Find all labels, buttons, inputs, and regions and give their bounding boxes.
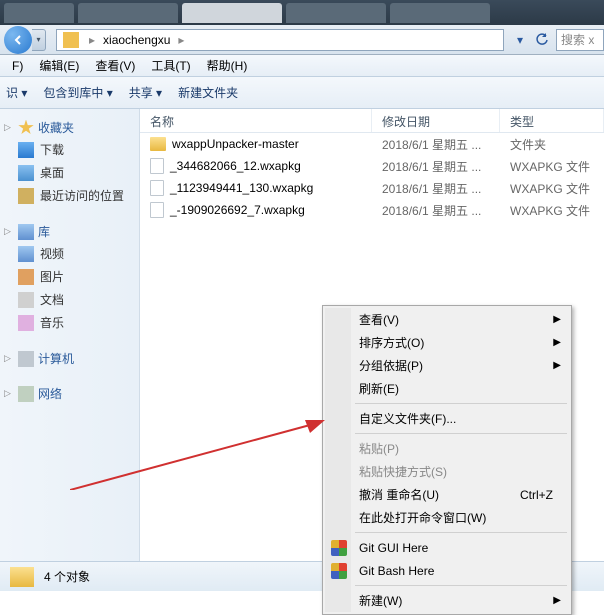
desktop-icon <box>18 165 34 181</box>
browser-tab[interactable] <box>286 3 386 23</box>
folder-icon <box>10 567 34 587</box>
picture-icon <box>18 269 34 285</box>
browser-tabs <box>0 0 604 25</box>
breadcrumb-sep: ▸ <box>83 33 101 47</box>
sidebar-item-videos[interactable]: 视频 <box>0 242 139 265</box>
breadcrumb-segment[interactable]: xiaochengxu <box>101 33 172 47</box>
file-row[interactable]: _344682066_12.wxapkg 2018/6/1 星期五 ...WXAP… <box>140 155 604 177</box>
new-folder-button[interactable]: 新建文件夹 <box>178 84 238 101</box>
browser-tab[interactable] <box>182 3 282 23</box>
sidebar-item-documents[interactable]: 文档 <box>0 288 139 311</box>
browser-tab[interactable] <box>390 3 490 23</box>
column-date[interactable]: 修改日期 <box>372 109 500 132</box>
folder-icon <box>63 32 79 48</box>
dropdown-icon[interactable]: ▾ <box>510 30 530 50</box>
organize-button[interactable]: 识 ▾ <box>6 84 27 101</box>
search-input[interactable]: 搜索 x <box>556 29 604 51</box>
file-name: _344682066_12.wxapkg <box>170 159 301 173</box>
computer-icon <box>18 351 34 367</box>
file-type: WXAPKG 文件 <box>500 178 604 199</box>
menu-bar: F) 编辑(E) 查看(V) 工具(T) 帮助(H) <box>0 55 604 77</box>
toolbar: 识 ▾ 包含到库中 ▾ 共享 ▾ 新建文件夹 <box>0 77 604 109</box>
file-icon <box>150 158 164 174</box>
file-type: WXAPKG 文件 <box>500 200 604 221</box>
sidebar-item-pictures[interactable]: 图片 <box>0 265 139 288</box>
cm-paste-shortcut: 粘贴快捷方式(S) <box>325 460 569 483</box>
column-headers: 名称 修改日期 类型 <box>140 109 604 133</box>
file-date: 2018/6/1 星期五 ... <box>372 178 500 199</box>
share-button[interactable]: 共享 ▾ <box>129 84 162 101</box>
music-icon <box>18 315 34 331</box>
browser-tab[interactable] <box>78 3 178 23</box>
cm-undo[interactable]: 撤消 重命名(U)Ctrl+Z <box>325 483 569 506</box>
sidebar-favorites[interactable]: ▷收藏夹 <box>0 117 139 138</box>
column-name[interactable]: 名称 <box>140 109 372 132</box>
file-date: 2018/6/1 星期五 ... <box>372 200 500 221</box>
menu-view[interactable]: 查看(V) <box>87 55 143 76</box>
breadcrumb-sep: ▸ <box>172 33 190 47</box>
file-name: _1123949441_130.wxapkg <box>170 181 313 195</box>
sidebar: ▷收藏夹 下载 桌面 最近访问的位置 ▷库 视频 图片 文档 音乐 ▷计算机 ▷… <box>0 109 140 561</box>
browser-tab[interactable] <box>4 3 74 23</box>
file-type: WXAPKG 文件 <box>500 156 604 177</box>
chevron-right-icon: ▶ <box>553 360 561 371</box>
back-button[interactable] <box>4 26 32 54</box>
cm-new[interactable]: 新建(W)▶ <box>325 589 569 612</box>
file-date: 2018/6/1 星期五 ... <box>372 134 500 155</box>
cm-git-bash[interactable]: Git Bash Here <box>325 559 569 582</box>
context-menu: 查看(V)▶ 排序方式(O)▶ 分组依据(P)▶ 刷新(E) 自定义文件夹(F)… <box>322 305 572 615</box>
file-type: 文件夹 <box>500 134 604 155</box>
cm-group[interactable]: 分组依据(P)▶ <box>325 354 569 377</box>
breadcrumb[interactable]: ▸ xiaochengxu ▸ <box>56 29 504 51</box>
network-icon <box>18 386 34 402</box>
menu-file[interactable]: F) <box>4 57 31 75</box>
file-row[interactable]: _-1909026692_7.wxapkg 2018/6/1 星期五 ...WXA… <box>140 199 604 221</box>
file-row[interactable]: _1123949441_130.wxapkg 2018/6/1 星期五 ...WX… <box>140 177 604 199</box>
file-name: wxappUnpacker-master <box>172 137 299 151</box>
recent-icon <box>18 188 34 204</box>
git-icon <box>331 563 347 579</box>
menu-edit[interactable]: 编辑(E) <box>31 55 87 76</box>
file-icon <box>150 180 164 196</box>
include-library-button[interactable]: 包含到库中 ▾ <box>43 84 112 101</box>
document-icon <box>18 292 34 308</box>
cm-customize[interactable]: 自定义文件夹(F)... <box>325 407 569 430</box>
nav-history-dropdown[interactable]: ▾ <box>32 29 46 51</box>
cm-git-gui[interactable]: Git GUI Here <box>325 536 569 559</box>
sidebar-item-desktop[interactable]: 桌面 <box>0 161 139 184</box>
refresh-icon[interactable] <box>532 30 552 50</box>
file-row[interactable]: wxappUnpacker-master 2018/6/1 星期五 ...文件夹 <box>140 133 604 155</box>
address-bar: ▾ ▸ xiaochengxu ▸ ▾ 搜索 x <box>0 25 604 55</box>
video-icon <box>18 246 34 262</box>
file-icon <box>150 202 164 218</box>
sidebar-item-downloads[interactable]: 下载 <box>0 138 139 161</box>
file-name: _-1909026692_7.wxapkg <box>170 203 305 217</box>
cm-sort[interactable]: 排序方式(O)▶ <box>325 331 569 354</box>
sidebar-item-recent[interactable]: 最近访问的位置 <box>0 184 139 207</box>
cm-view[interactable]: 查看(V)▶ <box>325 308 569 331</box>
git-icon <box>331 540 347 556</box>
status-text: 4 个对象 <box>44 568 90 585</box>
menu-help[interactable]: 帮助(H) <box>199 55 256 76</box>
sidebar-computer[interactable]: ▷计算机 <box>0 348 139 369</box>
cm-paste: 粘贴(P) <box>325 437 569 460</box>
chevron-right-icon: ▶ <box>553 314 561 325</box>
column-type[interactable]: 类型 <box>500 109 604 132</box>
sidebar-libraries[interactable]: ▷库 <box>0 221 139 242</box>
library-icon <box>18 224 34 240</box>
star-icon <box>18 120 34 136</box>
sidebar-network[interactable]: ▷网络 <box>0 383 139 404</box>
cm-open-cmd[interactable]: 在此处打开命令窗口(W) <box>325 506 569 529</box>
download-icon <box>18 142 34 158</box>
cm-refresh[interactable]: 刷新(E) <box>325 377 569 400</box>
chevron-right-icon: ▶ <box>553 595 561 606</box>
menu-tools[interactable]: 工具(T) <box>143 55 198 76</box>
chevron-right-icon: ▶ <box>553 337 561 348</box>
folder-icon <box>150 137 166 151</box>
sidebar-item-music[interactable]: 音乐 <box>0 311 139 334</box>
file-date: 2018/6/1 星期五 ... <box>372 156 500 177</box>
